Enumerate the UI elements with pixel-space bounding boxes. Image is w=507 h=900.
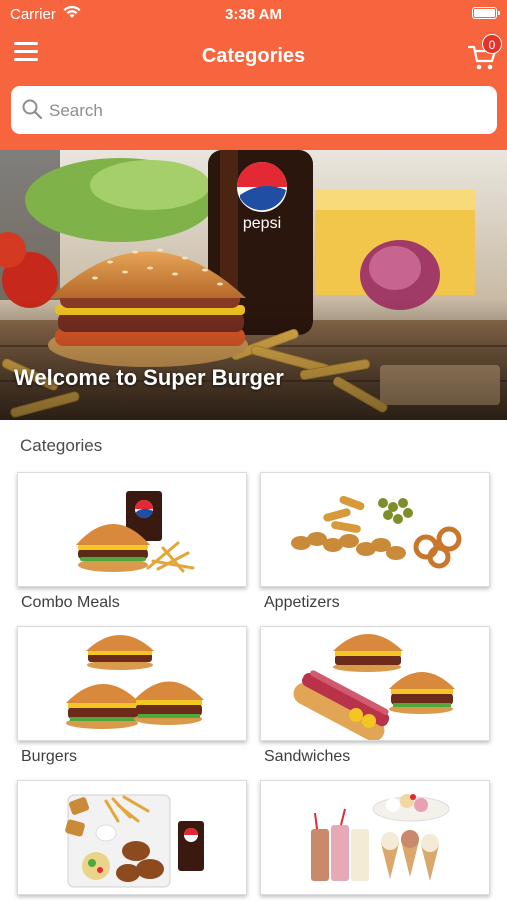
category-tile-desserts[interactable] [260,780,490,895]
category-tile-sandwiches[interactable] [260,626,490,741]
cart-button[interactable]: 0 [468,34,502,70]
platter-image [65,794,204,888]
category-label-appetizers: Appetizers [264,594,340,611]
category-tile-platters[interactable] [17,780,247,895]
search-icon [22,99,43,120]
desserts-image [311,794,450,881]
category-tile-burgers[interactable] [17,626,247,741]
category-tile-appetizers[interactable] [260,472,490,587]
category-tile-combo-meals[interactable] [17,472,247,587]
combo-meals-image [76,491,195,573]
battery-icon [472,7,500,19]
burgers-image [66,635,204,729]
status-bar: Carrier 3:38 AM [0,0,507,30]
category-label-burgers: Burgers [21,748,78,765]
search-bar[interactable] [11,86,497,134]
sandwiches-image [293,634,455,740]
banner-title: Welcome to Super Burger [14,365,284,390]
category-label-sandwiches: Sandwiches [264,748,351,765]
search-input[interactable] [47,94,481,128]
category-label-combo-meals: Combo Meals [21,594,120,611]
categories-heading: Categories [20,436,103,455]
cart-count-badge: 0 [482,34,502,54]
nav-bar: Categories 0 [0,30,507,150]
clock: 3:38 AM [225,6,282,23]
welcome-banner: pepsi Welcome to Super Burger [0,150,507,420]
page-title: Categories [201,45,306,67]
appetizers-image [291,495,462,569]
